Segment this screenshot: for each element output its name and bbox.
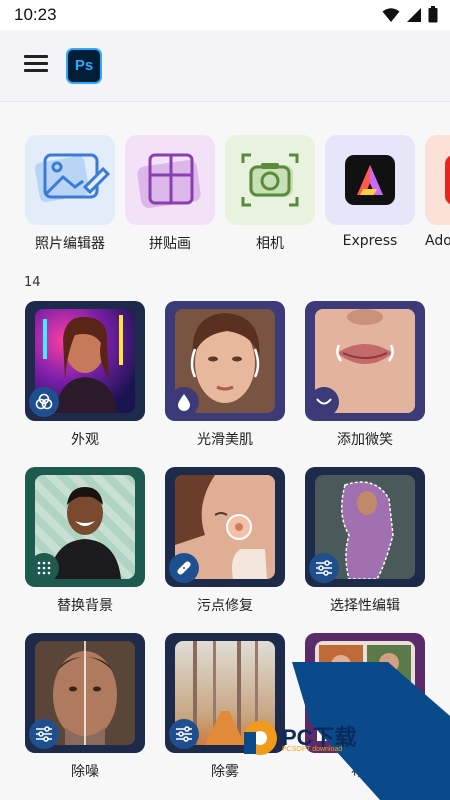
quick-action-label: 拼贴画: [149, 236, 191, 252]
feature-label: 替换背景: [57, 598, 113, 614]
feature-tile: [25, 301, 145, 421]
quick-action-camera[interactable]: 相机: [225, 135, 315, 253]
quick-action-label: Ado: [425, 233, 450, 249]
feature-denoise[interactable]: 除噪: [25, 633, 145, 781]
app-bar: Ps: [0, 30, 450, 102]
section-label: 14: [24, 275, 41, 290]
sliders-icon: [309, 553, 339, 583]
adobe-express-icon: [325, 135, 415, 225]
watermark-subtext: PCSOFT download: [282, 746, 343, 753]
quick-action-label: 照片编辑器: [35, 236, 105, 252]
quick-action-label: 相机: [256, 236, 284, 252]
feature-selective-edit[interactable]: 选择性编辑: [305, 467, 425, 615]
feature-label: 选择性编辑: [330, 598, 400, 614]
bandage-icon: [169, 553, 199, 583]
feature-tile: [305, 301, 425, 421]
quick-action-label: Express: [342, 233, 398, 249]
quick-action-adobe[interactable]: Ado: [425, 135, 450, 249]
droplet-icon: [169, 387, 199, 417]
filters-icon: [29, 387, 59, 417]
quick-actions-row: 照片编辑器 拼贴画 相机 Express Ado: [0, 135, 450, 255]
feature-tile: [165, 467, 285, 587]
sliders-icon: [169, 719, 199, 749]
photo-edit-icon: [25, 135, 115, 225]
wifi-icon: [382, 7, 400, 22]
feature-label: 除噪: [71, 764, 99, 780]
battery-icon: [428, 6, 438, 23]
feature-looks[interactable]: 外观: [25, 301, 145, 449]
smile-icon: [309, 387, 339, 417]
sliders-icon: [29, 719, 59, 749]
adobe-app-icon: [425, 135, 450, 225]
feature-tile: [305, 467, 425, 587]
feature-label: 污点修复: [197, 598, 253, 614]
background-pattern-icon: [29, 553, 59, 583]
signal-icon: [407, 7, 421, 22]
feature-spot-heal[interactable]: 污点修复: [165, 467, 285, 615]
watermark-overlay: PC下载 PCSOFT download: [230, 662, 450, 800]
feature-tile: [165, 301, 285, 421]
quick-action-collage[interactable]: 拼贴画: [125, 135, 215, 253]
collage-grid-icon: [125, 135, 215, 225]
quick-action-photo-editor[interactable]: 照片编辑器: [25, 135, 115, 253]
feature-label: 光滑美肌: [197, 432, 253, 448]
feature-tile: [25, 633, 145, 753]
feature-smooth-skin[interactable]: 光滑美肌: [165, 301, 285, 449]
feature-tile: [25, 467, 145, 587]
feature-label: 外观: [71, 432, 99, 448]
photoshop-logo: Ps: [66, 48, 102, 84]
feature-replace-background[interactable]: 替换背景: [25, 467, 145, 615]
status-icons: [382, 6, 438, 23]
camera-icon: [225, 135, 315, 225]
feature-label: 添加微笑: [337, 432, 393, 448]
feature-add-smile[interactable]: 添加微笑: [305, 301, 425, 449]
quick-action-express[interactable]: Express: [325, 135, 415, 249]
status-bar: 10:23: [0, 0, 450, 30]
status-time: 10:23: [14, 5, 57, 24]
hamburger-menu-icon[interactable]: [24, 52, 54, 80]
